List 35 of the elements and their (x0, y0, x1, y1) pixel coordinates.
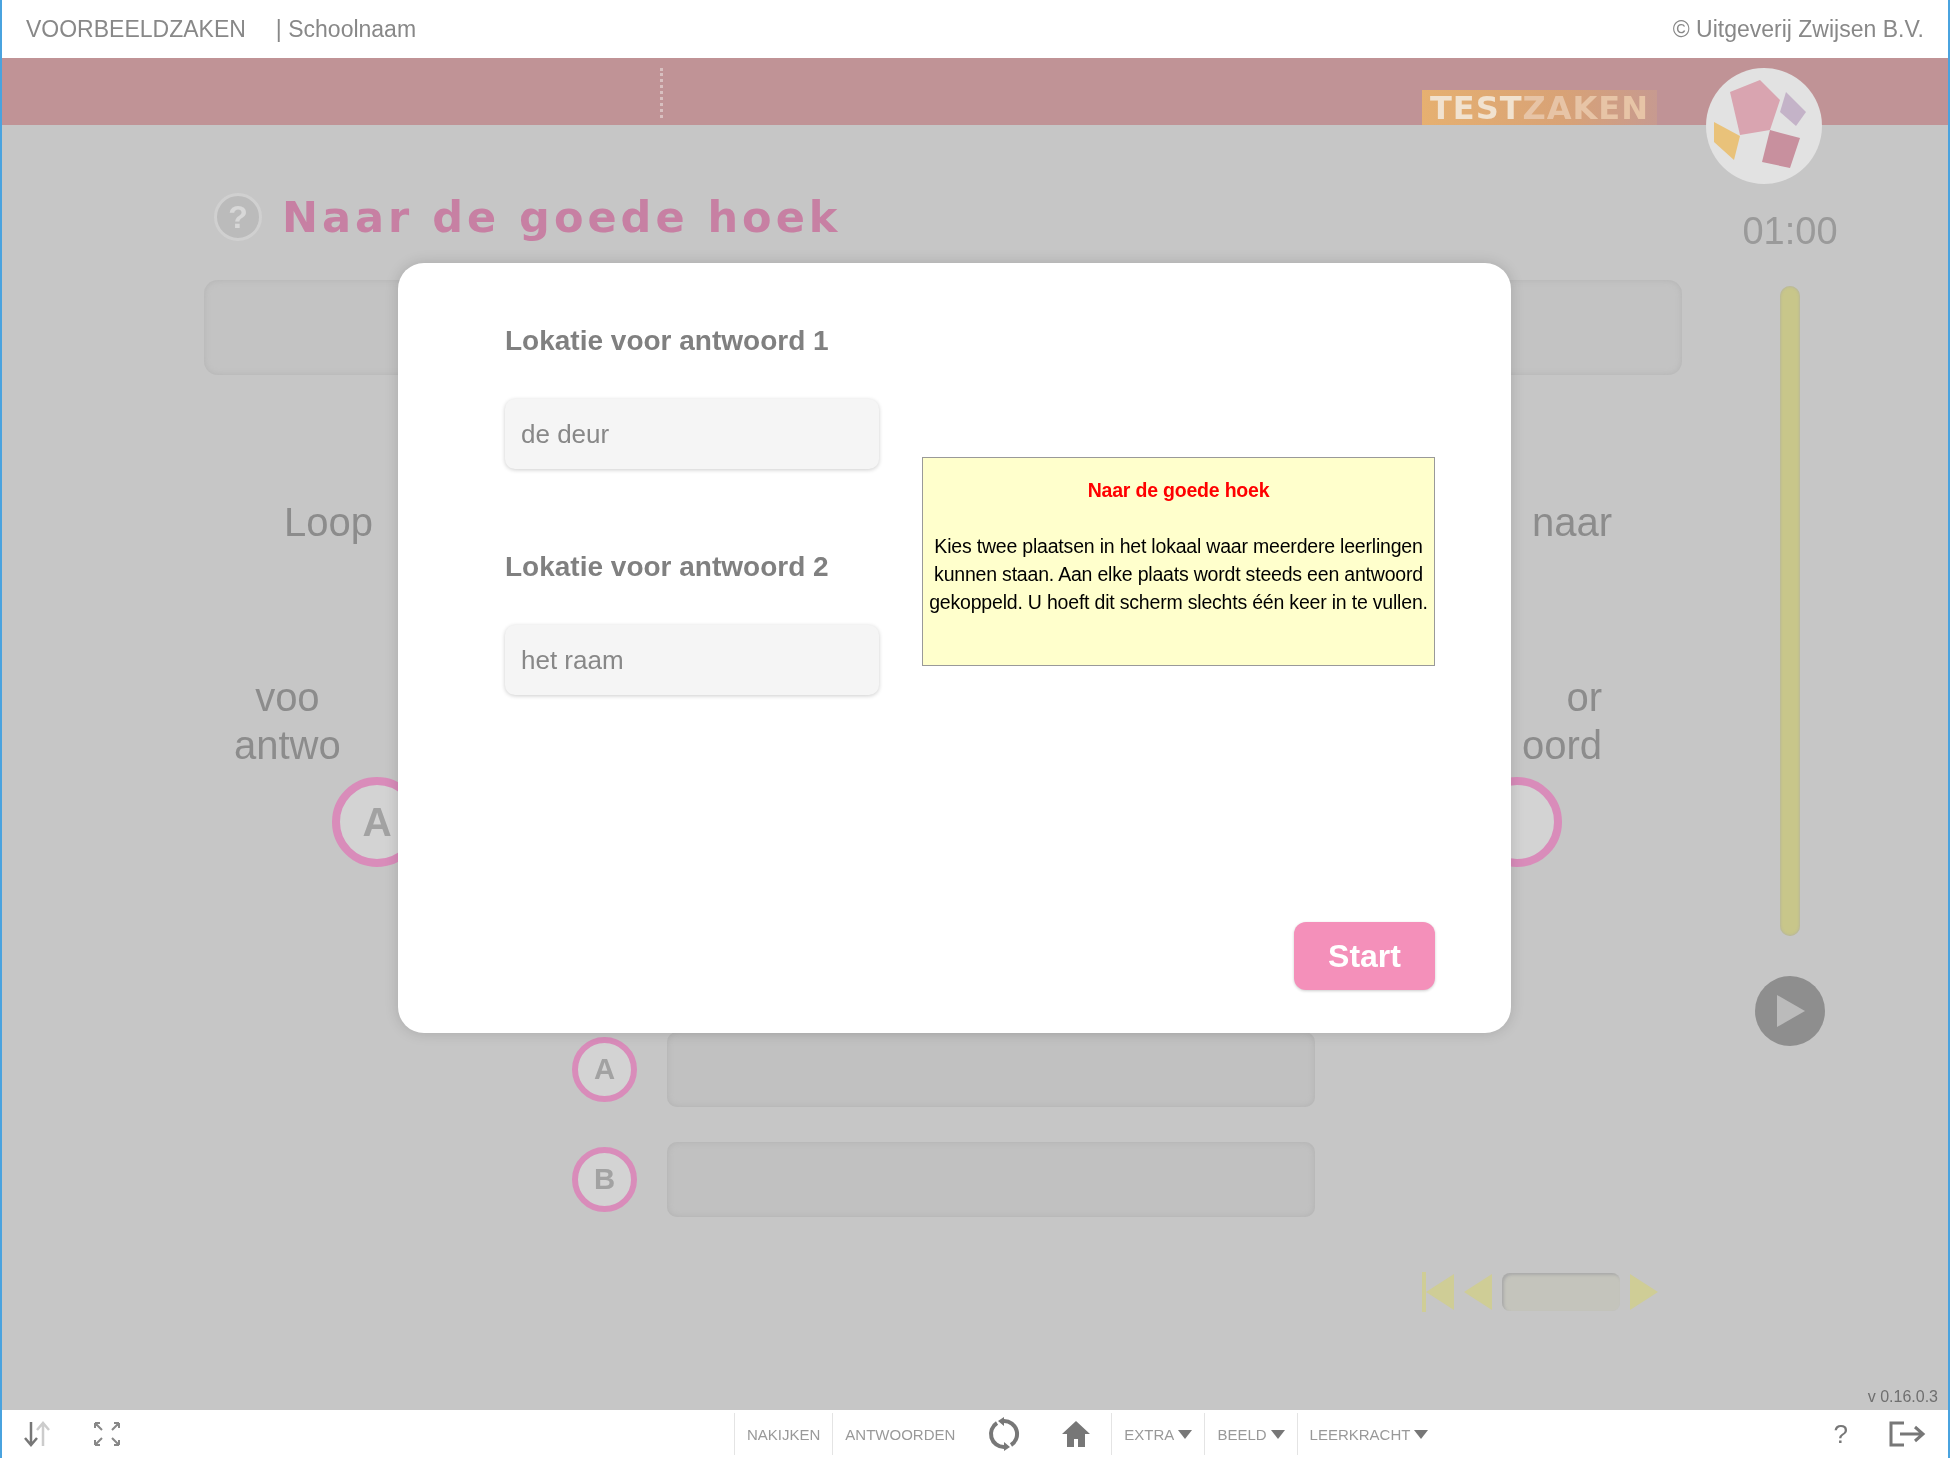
menu-button[interactable]: LEERKRACHT (1296, 1413, 1441, 1455)
fullscreen-button[interactable] (92, 1420, 122, 1448)
brand-name: VOORBEELDZAKEN (26, 15, 246, 43)
toolbar-button[interactable]: ANTWOORDEN (832, 1413, 968, 1455)
start-button[interactable]: Start (1294, 922, 1435, 990)
play-icon (1775, 995, 1805, 1027)
info-title: Naar de goede hoek (1087, 478, 1270, 503)
copyright-text: © Uitgeverij Zwijsen B.V. (1672, 15, 1924, 43)
statement-text: Loop (284, 500, 373, 546)
info-text: Kies twee plaatsen in het lokaal waar meerdere leerlingen kunnen staan. Aan elke plaats wordt steeds een antwoord gekoppeld. U hoeft dit scherm slechts één keer in te vullen. (928, 534, 1429, 615)
menu-button[interactable]: EXTRA (1111, 1413, 1205, 1455)
field-label: Lokatie voor antwoord 2 (505, 551, 830, 583)
sort-arrows-icon (22, 1420, 52, 1448)
field-label: Lokatie voor antwoord 1 (505, 325, 830, 357)
caret-icon (1414, 1429, 1429, 1439)
expand-icon (92, 1420, 122, 1448)
logout-button[interactable] (1888, 1419, 1928, 1449)
input-field[interactable]: het raam (505, 625, 879, 695)
answer-label: voo antwo (234, 674, 341, 769)
exit-icon (1888, 1419, 1928, 1449)
input-field[interactable]: de deur (505, 399, 879, 469)
statement-text: naar (1531, 500, 1612, 546)
answer-label: or oord (1521, 674, 1602, 769)
exercise-title: Naar de goede hoek (282, 192, 842, 242)
sort-button[interactable] (22, 1420, 52, 1448)
menu-button[interactable]: BEELD (1204, 1413, 1297, 1455)
caret-icon (1178, 1429, 1193, 1439)
caret-icon (1270, 1429, 1285, 1439)
version-text: v 0.16.0.3 (1867, 1388, 1938, 1406)
refresh-icon (987, 1417, 1022, 1451)
help-button[interactable]: ? (1833, 1418, 1848, 1450)
toolbar-button[interactable]: NAKIJKEN (734, 1413, 833, 1455)
home-icon (1061, 1419, 1092, 1449)
school-name: | Schoolnaam (275, 15, 417, 43)
page-field[interactable] (1502, 1273, 1620, 1311)
